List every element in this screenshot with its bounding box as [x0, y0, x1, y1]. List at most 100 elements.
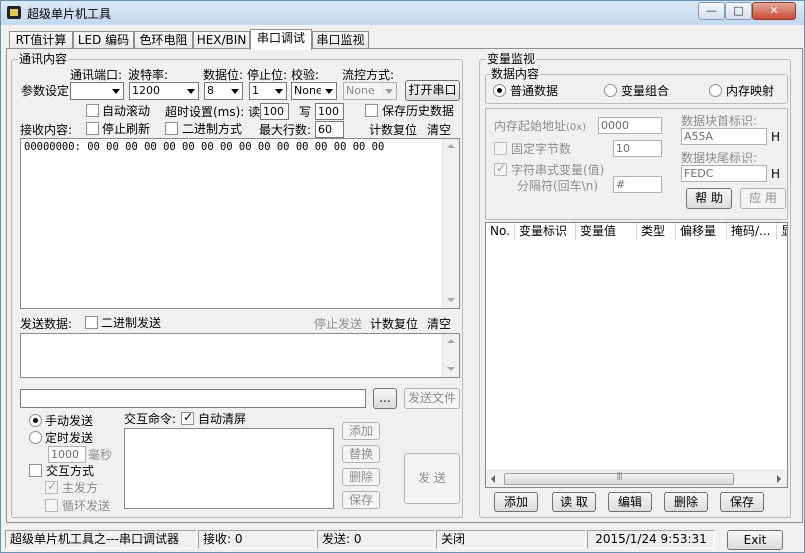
col-type[interactable]: 类型 — [637, 223, 676, 240]
stop-refresh-checkbox[interactable] — [86, 122, 99, 135]
max-lines-input[interactable]: 60 — [315, 121, 344, 138]
save-history-checkbox[interactable] — [365, 104, 378, 117]
tab-rt-calc[interactable]: RT值计算 — [9, 31, 73, 49]
app-window: 超级单片机工具 — □ ✕ RT值计算 LED 编码 色环电阻 HEX/BIN … — [0, 0, 805, 553]
scroll-down-icon[interactable] — [443, 361, 459, 377]
mem-map-radio[interactable] — [709, 84, 722, 97]
col-mask[interactable]: 掩码/... — [727, 223, 777, 240]
send-clear-link[interactable]: 清空 — [427, 317, 451, 331]
loop-send-checkbox[interactable] — [45, 499, 58, 512]
timeout-write-input[interactable]: 100 — [315, 103, 344, 120]
manual-send-radio[interactable] — [29, 414, 42, 427]
command-replace-button[interactable]: 替换 — [342, 445, 380, 463]
stopbits-select[interactable]: 1 — [249, 82, 287, 100]
string-var-checkbox[interactable] — [494, 161, 507, 176]
databits-select[interactable]: 8 — [204, 82, 243, 100]
maximize-button[interactable]: □ — [725, 2, 752, 20]
data-content-group: 数据内容 普通数据 变量组合 内存映射 — [485, 67, 788, 104]
send-textarea[interactable] — [20, 333, 460, 378]
tab-color-resistor[interactable]: 色环电阻 — [134, 31, 193, 49]
binary-mode-checkbox[interactable] — [165, 122, 178, 135]
timeout-read-input[interactable]: 100 — [260, 103, 289, 120]
flow-select[interactable]: None — [343, 82, 397, 100]
file-path-input[interactable] — [20, 389, 366, 408]
variable-list[interactable]: No. 变量标识 变量值 类型 偏移量 掩码/... 显 — [485, 222, 788, 488]
send-scrollbar[interactable] — [442, 334, 459, 377]
stop-send-link[interactable]: 停止发送 — [314, 317, 362, 331]
command-add-button[interactable]: 添加 — [342, 422, 380, 440]
col-offset[interactable]: 偏移量 — [676, 223, 727, 240]
var-combo-radio[interactable] — [604, 84, 617, 97]
binary-send-checkbox[interactable] — [85, 316, 98, 329]
receive-scrollbar[interactable] — [442, 139, 459, 308]
parity-select-value: None — [294, 84, 323, 97]
params-label: 参数设定 — [21, 84, 70, 98]
close-button[interactable]: ✕ — [752, 2, 796, 20]
receive-label: 接收内容: — [20, 123, 73, 137]
flow-label: 流控方式: — [342, 68, 395, 82]
open-port-button[interactable]: 打开串口 — [405, 80, 460, 101]
scroll-up-icon[interactable] — [443, 334, 459, 350]
var-add-button[interactable]: 添加 — [494, 492, 538, 512]
tab-led-encode[interactable]: LED 编码 — [73, 31, 134, 49]
timed-send-radio[interactable] — [29, 431, 42, 444]
var-combo-label: 变量组合 — [621, 84, 670, 98]
port-select[interactable] — [70, 82, 124, 100]
col-var-id[interactable]: 变量标识 — [515, 223, 576, 240]
command-delete-button[interactable]: 删除 — [342, 468, 380, 486]
exit-button[interactable]: Exit — [727, 530, 783, 550]
interval-input[interactable]: 1000 — [48, 446, 86, 463]
col-no[interactable]: No. — [486, 223, 515, 240]
help-button[interactable]: 帮 助 — [686, 188, 732, 209]
head-input[interactable]: A55A — [681, 128, 767, 145]
tail-input[interactable]: FEDC — [681, 165, 767, 182]
parity-select[interactable]: None — [291, 82, 337, 100]
master-send-checkbox[interactable] — [45, 479, 58, 494]
interactive-mode-checkbox[interactable] — [29, 464, 42, 477]
title-bar[interactable]: 超级单片机工具 — □ ✕ — [1, 1, 804, 25]
clear-link[interactable]: 清空 — [427, 123, 451, 137]
normal-data-radio[interactable] — [493, 84, 506, 97]
tab-hex-bin[interactable]: HEX/BIN — [193, 31, 250, 49]
chip-icon — [7, 6, 21, 19]
scroll-down-icon[interactable] — [443, 292, 459, 308]
scroll-left-icon[interactable] — [486, 471, 502, 487]
var-edit-button[interactable]: 编辑 — [608, 492, 652, 512]
var-delete-button[interactable]: 删除 — [664, 492, 708, 512]
send-count-reset-link[interactable]: 计数复位 — [370, 317, 418, 331]
auto-clear-checkbox[interactable] — [181, 410, 194, 425]
receive-textarea[interactable]: 00000000: 00 00 00 00 00 00 00 00 00 00 … — [20, 138, 460, 309]
monitor-group-title: 变量监视 — [486, 52, 537, 66]
tab-serial-debug[interactable]: 串口调试 — [250, 29, 312, 50]
var-read-button[interactable]: 读 取 — [552, 492, 596, 512]
variable-list-hscroll[interactable] — [486, 470, 787, 487]
apply-button[interactable]: 应 用 — [740, 188, 786, 209]
auto-clear-label: 自动清屏 — [198, 412, 247, 426]
count-reset-link[interactable]: 计数复位 — [369, 123, 417, 137]
send-button[interactable]: 发 送 — [404, 453, 460, 504]
fixed-bytes-checkbox[interactable] — [494, 142, 507, 155]
mem-start-input[interactable]: 0000 — [598, 117, 662, 134]
separator-input[interactable]: # — [613, 176, 662, 193]
tab-serial-monitor[interactable]: 串口监视 — [312, 31, 369, 49]
scroll-thumb[interactable] — [504, 473, 734, 485]
send-file-button[interactable]: 发送文件 — [404, 388, 460, 409]
stopbits-label: 停止位: — [247, 68, 288, 82]
normal-data-label: 普通数据 — [510, 84, 559, 98]
baud-select[interactable]: 1200 — [129, 82, 199, 100]
scroll-up-icon[interactable] — [443, 139, 459, 155]
col-display[interactable]: 显 — [777, 223, 787, 240]
command-save-button[interactable]: 保存 — [342, 491, 380, 509]
binary-send-label: 二进制发送 — [101, 316, 162, 330]
scroll-right-icon[interactable] — [771, 471, 787, 487]
col-var-value[interactable]: 变量值 — [576, 223, 637, 240]
browse-button[interactable]: ... — [373, 388, 397, 409]
fixed-bytes-input[interactable]: 10 — [613, 140, 662, 157]
auto-scroll-checkbox[interactable] — [86, 104, 99, 117]
status-recv: 接收: 0 — [198, 530, 316, 549]
command-list[interactable] — [124, 428, 334, 509]
var-save-button[interactable]: 保存 — [720, 492, 764, 512]
separator-label: 分隔符(回车\n) — [517, 179, 599, 193]
minimize-button[interactable]: — — [698, 2, 725, 20]
status-send: 发送: 0 — [317, 530, 435, 549]
